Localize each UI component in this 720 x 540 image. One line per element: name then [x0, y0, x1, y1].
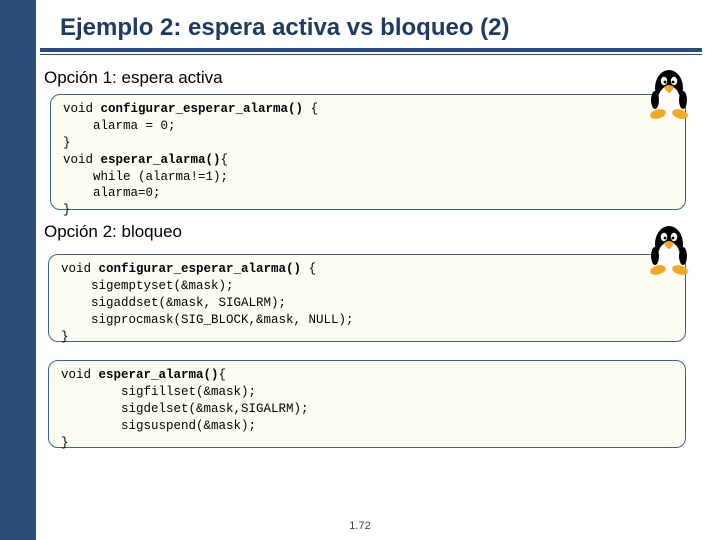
code-box-2: void configurar_esperar_alarma() { sigem…: [48, 254, 686, 342]
code-line: void configurar_esperar_alarma() {: [61, 262, 316, 276]
code-line: }: [61, 330, 69, 344]
code-line: sigprocmask(SIG_BLOCK,&mask, NULL);: [61, 313, 354, 327]
code-line: void configurar_esperar_alarma() {: [63, 102, 318, 116]
section-heading-2: Opción 2: bloqueo: [44, 222, 182, 242]
code-line: sigfillset(&mask);: [61, 385, 256, 399]
sidebar-stripe: [0, 0, 36, 540]
code-box-1: void configurar_esperar_alarma() { alarm…: [50, 94, 686, 210]
code-line: alarma = 0;: [63, 119, 176, 133]
code-line: while (alarma!=1);: [63, 170, 228, 184]
page-number: 1.72: [0, 520, 720, 532]
slide: Ejemplo 2: espera activa vs bloqueo (2) …: [0, 0, 720, 540]
title-rule-thick: [40, 48, 702, 52]
code-line: }: [61, 436, 69, 450]
code-line: sigdelset(&mask,SIGALRM);: [61, 402, 309, 416]
code-line: void esperar_alarma(){: [61, 368, 226, 382]
code-line: void esperar_alarma(){: [63, 153, 228, 167]
slide-title: Ejemplo 2: espera activa vs bloqueo (2): [60, 14, 509, 42]
title-rule-thin: [40, 54, 702, 55]
code-line: sigemptyset(&mask);: [61, 279, 234, 293]
section-heading-1: Opción 1: espera activa: [44, 68, 223, 88]
code-line: }: [63, 136, 71, 150]
code-line: alarma=0;: [63, 186, 161, 200]
code-line: }: [63, 203, 71, 217]
code-line: sigsuspend(&mask);: [61, 419, 256, 433]
tux-penguin-icon: [646, 66, 692, 122]
code-line: sigaddset(&mask, SIGALRM);: [61, 296, 286, 310]
tux-penguin-icon: [646, 222, 692, 278]
code-box-3: void esperar_alarma(){ sigfillset(&mask)…: [48, 360, 686, 448]
